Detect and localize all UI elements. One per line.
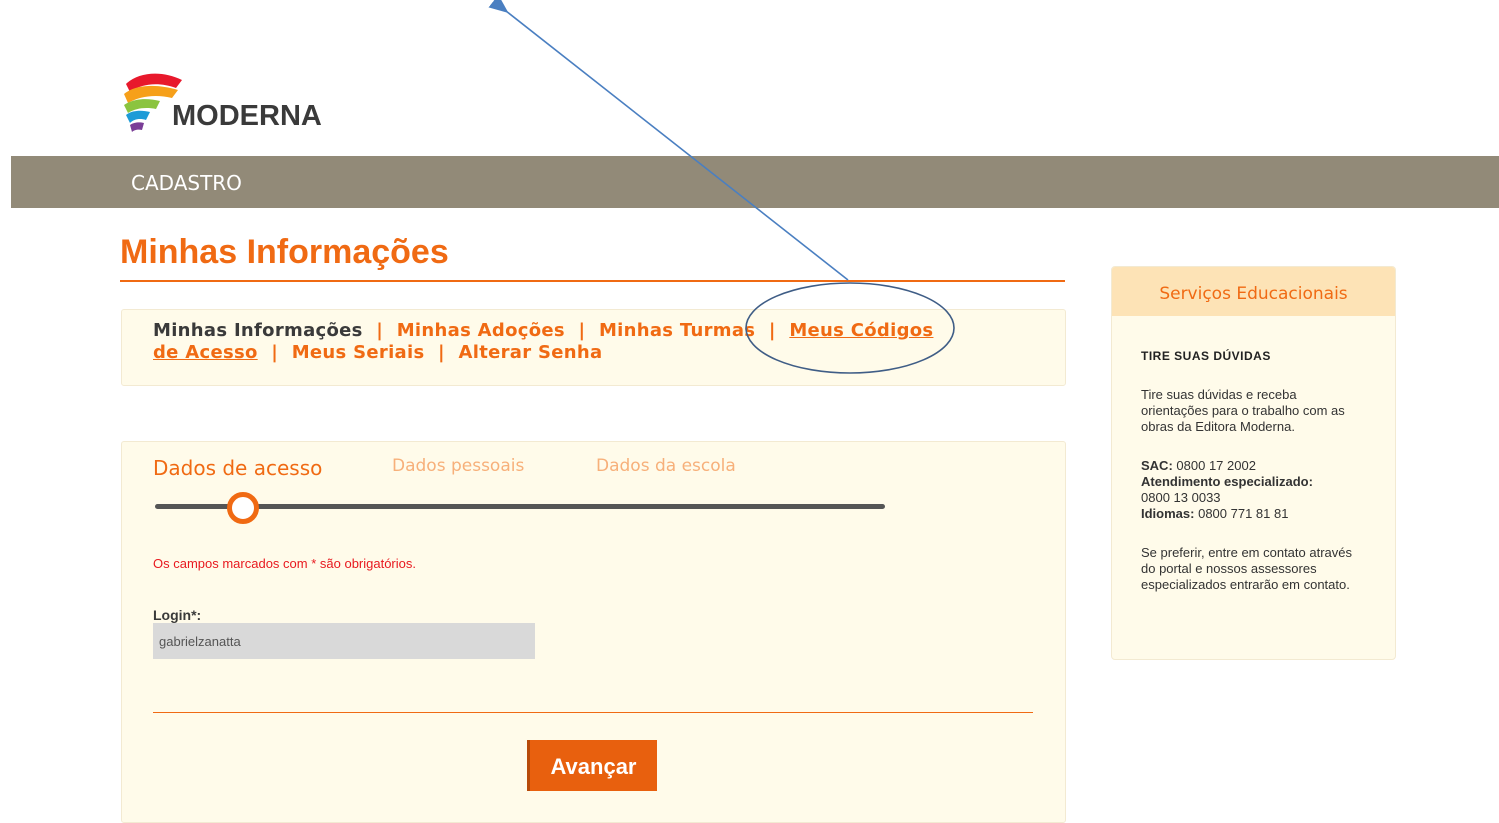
subnav-link-meus-seriais[interactable]: Meus Seriais (292, 342, 425, 363)
idiomas-label: Idiomas: (1141, 506, 1195, 521)
contact-info: SAC: 0800 17 2002 Atendimento especializ… (1141, 458, 1366, 522)
progress-track (155, 504, 885, 509)
subnav-link-minhas-adocoes[interactable]: Minhas Adoções (397, 320, 565, 341)
side-box-outro: Se preferir, entre em contato através do… (1141, 545, 1352, 592)
advance-button[interactable]: Avançar (527, 740, 657, 791)
subnav-separator: | (376, 320, 384, 341)
idiomas-value: 0800 771 81 81 (1198, 506, 1289, 521)
subnav-separator: | (438, 342, 445, 363)
side-box-body: TIRE SUAS DÚVIDAS Tire suas dúvidas e re… (1112, 348, 1395, 593)
moderna-logo[interactable]: MODERNA (120, 70, 350, 136)
step-dados-da-escola[interactable]: Dados da escola (596, 456, 736, 476)
progress-indicator (227, 492, 259, 524)
subnav-link-alterar-senha[interactable]: Alterar Senha (459, 342, 603, 363)
subnav-link-minhas-informacoes[interactable]: Minhas Informações (153, 320, 363, 341)
registration-form-panel: Dados de acesso Dados pessoais Dados da … (121, 441, 1066, 823)
sac-line: SAC: 0800 17 2002 (1141, 458, 1366, 474)
annotation-arrow (488, 0, 849, 281)
login-label: Login*: (153, 607, 202, 623)
page-title: Minhas Informações (120, 233, 449, 271)
step-dados-de-acesso[interactable]: Dados de acesso (153, 456, 322, 480)
subnav-separator: | (768, 320, 776, 341)
step-dados-pessoais[interactable]: Dados pessoais (392, 456, 524, 476)
educational-services-box: Serviços Educacionais TIRE SUAS DÚVIDAS … (1111, 266, 1396, 660)
nav-item-cadastro[interactable]: CADASTRO (131, 171, 242, 195)
subnav-link-minhas-turmas[interactable]: Minhas Turmas (599, 320, 755, 341)
sac-value: 0800 17 2002 (1176, 458, 1256, 473)
required-fields-note: Os campos marcados com * são obrigatório… (153, 556, 416, 571)
subnav-separator: | (271, 342, 279, 363)
brand-name: MODERNA (172, 100, 322, 132)
profile-subnav: Minhas Informações | Minhas Adoções | Mi… (121, 309, 1066, 386)
idiomas-line: Idiomas: 0800 771 81 81 (1141, 506, 1366, 522)
sac-label: SAC: (1141, 458, 1173, 473)
login-input[interactable] (153, 623, 535, 659)
top-navbar: CADASTRO (11, 156, 1499, 208)
subnav-links: Minhas Informações | Minhas Adoções | Mi… (153, 320, 953, 364)
side-box-title: TIRE SUAS DÚVIDAS (1141, 349, 1271, 363)
title-divider (120, 280, 1065, 282)
atendimento-label: Atendimento especializado: (1141, 474, 1313, 489)
atendimento-value: 0800 13 0033 (1141, 490, 1221, 505)
subnav-separator: | (578, 320, 586, 341)
form-divider (153, 712, 1033, 713)
side-box-header: Serviços Educacionais (1112, 267, 1395, 316)
side-box-intro: Tire suas dúvidas e receba orientações p… (1141, 387, 1345, 434)
